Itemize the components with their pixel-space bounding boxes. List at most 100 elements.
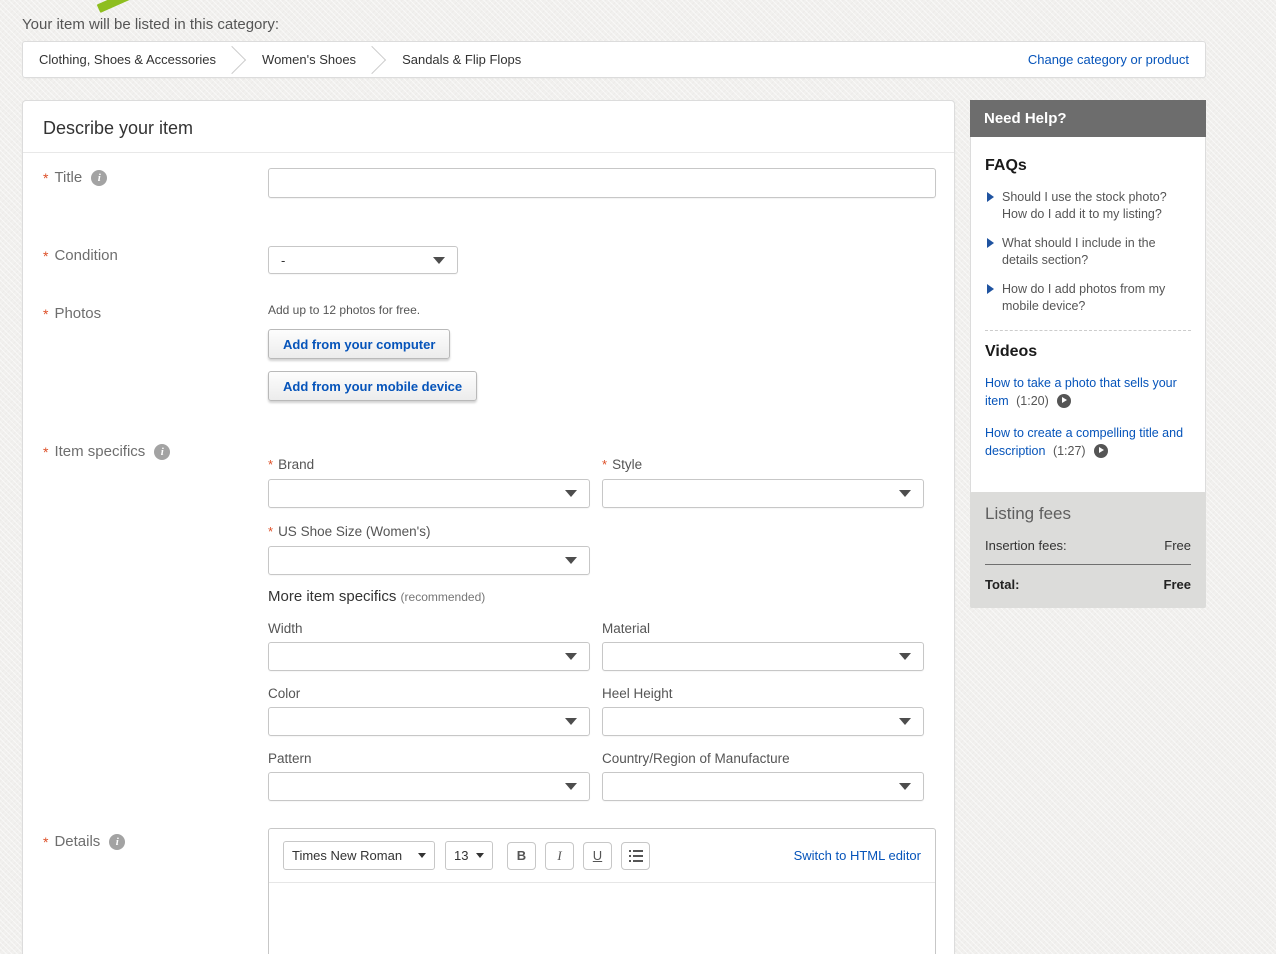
bold-button[interactable]: B xyxy=(507,842,536,870)
photos-label: * Photos xyxy=(43,305,101,322)
video-link-compelling-title: How to create a compelling title and des… xyxy=(985,425,1191,460)
arrow-right-icon xyxy=(987,192,994,202)
style-dropdown[interactable] xyxy=(602,479,924,508)
breadcrumb-item-womens-shoes[interactable]: Women's Shoes xyxy=(262,52,356,67)
play-icon[interactable] xyxy=(1094,444,1108,458)
faq-link-mobile-photos[interactable]: How do I add photos from my mobile devic… xyxy=(985,281,1191,314)
total-fees-row: Total: Free xyxy=(985,577,1191,592)
required-asterisk: * xyxy=(43,306,48,322)
change-category-link[interactable]: Change category or product xyxy=(1028,52,1189,67)
category-note: Your item will be listed in this categor… xyxy=(22,16,279,33)
more-item-specifics-title: More item specifics (recommended) xyxy=(268,588,485,605)
insertion-fees-row: Insertion fees: Free xyxy=(985,538,1191,553)
condition-label: * Condition xyxy=(43,247,118,264)
faqs-heading: FAQs xyxy=(985,157,1191,175)
play-icon[interactable] xyxy=(1057,394,1071,408)
chevron-down-icon xyxy=(565,653,577,660)
bullet-list-button[interactable] xyxy=(621,842,650,870)
brand-label: * Brand xyxy=(268,457,314,472)
arrow-right-icon xyxy=(987,284,994,294)
required-asterisk: * xyxy=(43,444,48,460)
country-label: Country/Region of Manufacture xyxy=(602,751,790,766)
pattern-label: Pattern xyxy=(268,751,312,766)
chevron-down-icon xyxy=(565,783,577,790)
style-label: * Style xyxy=(602,457,642,472)
item-specifics-label: * Item specifics i xyxy=(43,443,170,460)
title-input[interactable] xyxy=(268,168,936,198)
chevron-down-icon xyxy=(899,783,911,790)
chevron-down-icon xyxy=(899,653,911,660)
faq-link-stock-photo[interactable]: Should I use the stock photo? How do I a… xyxy=(985,189,1191,222)
material-dropdown[interactable] xyxy=(602,642,924,671)
video-duration: (1:20) xyxy=(1016,394,1049,408)
arrow-right-icon xyxy=(987,238,994,248)
total-value: Free xyxy=(1164,577,1191,592)
material-label: Material xyxy=(602,621,650,636)
editor-toolbar: Times New Roman 13 B I U Switch to HTML … xyxy=(269,829,935,883)
switch-to-html-editor-link[interactable]: Switch to HTML editor xyxy=(794,848,921,863)
required-asterisk: * xyxy=(43,248,48,264)
videos-heading: Videos xyxy=(985,343,1191,361)
insertion-fees-value: Free xyxy=(1164,538,1191,553)
chevron-down-icon xyxy=(899,718,911,725)
video-link-photo-that-sells: How to take a photo that sells your item… xyxy=(985,375,1191,410)
heel-height-dropdown[interactable] xyxy=(602,707,924,736)
insertion-fees-label: Insertion fees: xyxy=(985,538,1067,553)
add-from-computer-button[interactable]: Add from your computer xyxy=(268,329,450,359)
info-icon[interactable]: i xyxy=(91,170,107,186)
details-editor: Times New Roman 13 B I U Switch to HTML … xyxy=(268,828,936,954)
font-size-select[interactable]: 13 xyxy=(445,841,493,870)
total-label: Total: xyxy=(985,577,1019,592)
video-title-link[interactable]: How to take a photo that sells your item xyxy=(985,376,1177,408)
details-label: * Details i xyxy=(43,833,125,850)
pattern-dropdown[interactable] xyxy=(268,772,590,801)
breadcrumb: Clothing, Shoes & Accessories Women's Sh… xyxy=(22,41,1206,78)
italic-button[interactable]: I xyxy=(545,842,574,870)
chevron-down-icon xyxy=(899,490,911,497)
photos-note: Add up to 12 photos for free. xyxy=(268,303,420,317)
chevron-down-icon xyxy=(565,718,577,725)
divider xyxy=(985,330,1191,331)
listing-fees-panel: Listing fees Insertion fees: Free Total:… xyxy=(970,492,1206,608)
condition-value: - xyxy=(281,253,285,268)
recommended-note: (recommended) xyxy=(401,590,486,604)
chevron-down-icon xyxy=(565,490,577,497)
shoe-size-label: * US Shoe Size (Women's) xyxy=(268,524,430,539)
chevron-down-icon xyxy=(433,257,445,264)
chevron-down-icon xyxy=(476,853,484,858)
width-label: Width xyxy=(268,621,303,636)
width-dropdown[interactable] xyxy=(268,642,590,671)
chevron-down-icon xyxy=(418,853,426,858)
breadcrumb-item-clothing[interactable]: Clothing, Shoes & Accessories xyxy=(39,52,216,67)
font-family-select[interactable]: Times New Roman xyxy=(283,841,435,870)
sell-listing-page: Your item will be listed in this categor… xyxy=(0,0,1276,954)
chevron-right-icon xyxy=(358,45,386,73)
panel-title: Describe your item xyxy=(23,101,954,153)
bullet-list-icon xyxy=(629,850,643,862)
brand-dropdown[interactable] xyxy=(268,479,590,508)
info-icon[interactable]: i xyxy=(109,834,125,850)
need-help-header: Need Help? xyxy=(970,100,1206,137)
description-textarea[interactable] xyxy=(269,883,935,954)
required-asterisk: * xyxy=(43,170,48,186)
add-from-mobile-button[interactable]: Add from your mobile device xyxy=(268,371,477,401)
need-help-panel: Need Help? FAQs Should I use the stock p… xyxy=(970,100,1206,494)
condition-dropdown[interactable]: - xyxy=(268,246,458,274)
color-label: Color xyxy=(268,686,300,701)
color-dropdown[interactable] xyxy=(268,707,590,736)
divider xyxy=(985,564,1191,565)
underline-button[interactable]: U xyxy=(583,842,612,870)
ebay-logo-fragment-icon xyxy=(97,0,134,13)
breadcrumb-item-sandals[interactable]: Sandals & Flip Flops xyxy=(402,52,521,67)
chevron-right-icon xyxy=(218,45,246,73)
video-duration: (1:27) xyxy=(1053,444,1086,458)
listing-fees-title: Listing fees xyxy=(985,504,1191,524)
title-label: * Title i xyxy=(43,169,107,186)
faq-link-details-section[interactable]: What should I include in the details sec… xyxy=(985,235,1191,268)
info-icon[interactable]: i xyxy=(154,444,170,460)
shoe-size-dropdown[interactable] xyxy=(268,546,590,575)
chevron-down-icon xyxy=(565,557,577,564)
describe-item-panel: Describe your item * Title i * Condition… xyxy=(22,100,955,954)
heel-height-label: Heel Height xyxy=(602,686,673,701)
country-dropdown[interactable] xyxy=(602,772,924,801)
